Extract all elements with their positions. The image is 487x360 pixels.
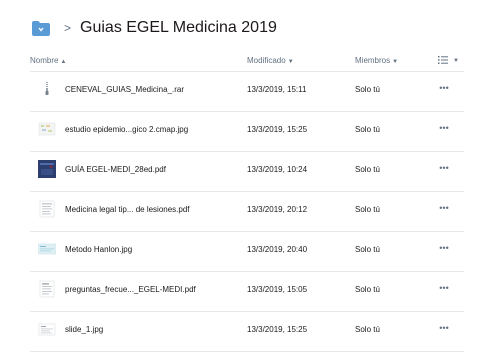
folder-icon[interactable] [32, 20, 50, 36]
table-header: Nombre ▲ Modificado ▼ Miembros ▼ ▼ [30, 53, 464, 72]
table-row[interactable]: preguntas_frecue..._EGEL-MEDI.pdf 13/3/2… [30, 272, 464, 312]
members: Solo tú [355, 165, 380, 174]
members: Solo tú [355, 205, 380, 214]
column-header-members[interactable]: Miembros ▼ [355, 56, 398, 65]
breadcrumb: > Guias EGEL Medicina 2019 [32, 17, 277, 39]
table-row[interactable]: estudio epidemio...gico 2.cmap.jpg 13/3/… [30, 112, 464, 152]
more-options-button[interactable]: ••• [436, 242, 452, 254]
more-options-button[interactable]: ••• [436, 282, 452, 294]
chevron-down-icon: ▼ [453, 58, 459, 64]
column-header-modified-label: Modificado [247, 56, 286, 65]
file-name[interactable]: CENEVAL_GUIAS_Medicina_.rar [65, 85, 184, 94]
table-row[interactable]: slide_1.jpg 13/3/2019, 15:25 Solo tú ••• [30, 312, 464, 352]
document-thumbnail-icon [38, 280, 56, 298]
image-thumbnail-icon [38, 240, 56, 258]
sort-ascending-icon: ▲ [60, 59, 67, 65]
members: Solo tú [355, 85, 380, 94]
modified-date: 13/3/2019, 15:25 [247, 125, 308, 134]
column-header-modified[interactable]: Modificado ▼ [247, 56, 294, 65]
page-title: Guias EGEL Medicina 2019 [80, 19, 277, 36]
file-name[interactable]: preguntas_frecue..._EGEL-MEDI.pdf [65, 285, 196, 294]
modified-date: 13/3/2019, 20:12 [247, 205, 308, 214]
modified-date: 13/3/2019, 20:40 [247, 245, 308, 254]
table-row[interactable]: Medicina legal tip... de lesiones.pdf 13… [30, 192, 464, 232]
file-name[interactable]: estudio epidemio...gico 2.cmap.jpg [65, 125, 188, 134]
more-options-button[interactable]: ••• [436, 122, 452, 134]
more-options-button[interactable]: ••• [436, 162, 452, 174]
zip-file-icon [38, 80, 56, 98]
sort-descending-icon: ▼ [392, 59, 399, 65]
breadcrumb-separator: > [64, 21, 72, 35]
modified-date: 13/3/2019, 15:25 [247, 325, 308, 334]
column-header-members-label: Miembros [355, 56, 391, 65]
view-toggle-button[interactable]: ▼ [438, 54, 464, 68]
file-name[interactable]: GUÍA EGEL-MEDI_28ed.pdf [65, 165, 166, 174]
image-thumbnail-icon [38, 320, 56, 338]
members: Solo tú [355, 245, 380, 254]
table-row[interactable]: GUÍA EGEL-MEDI_28ed.pdf 13/3/2019, 10:24… [30, 152, 464, 192]
members: Solo tú [355, 125, 380, 134]
modified-date: 13/3/2019, 10:24 [247, 165, 308, 174]
document-thumbnail-icon [38, 200, 56, 218]
sort-descending-icon: ▼ [287, 59, 294, 65]
table-row[interactable]: Metodo Hanlon.jpg 13/3/2019, 20:40 Solo … [30, 232, 464, 272]
file-list: CENEVAL_GUIAS_Medicina_.rar 13/3/2019, 1… [30, 72, 464, 352]
modified-date: 13/3/2019, 15:05 [247, 285, 308, 294]
pdf-cover-thumbnail [38, 160, 56, 178]
modified-date: 13/3/2019, 15:11 [247, 85, 307, 94]
image-thumbnail-icon [38, 120, 56, 138]
members: Solo tú [355, 325, 380, 334]
column-header-name-label: Nombre [30, 56, 59, 65]
more-options-button[interactable]: ••• [436, 202, 452, 214]
table-row[interactable]: CENEVAL_GUIAS_Medicina_.rar 13/3/2019, 1… [30, 72, 464, 112]
members: Solo tú [355, 285, 380, 294]
file-name[interactable]: Metodo Hanlon.jpg [65, 245, 132, 254]
list-view-icon [438, 56, 448, 66]
more-options-button[interactable]: ••• [436, 322, 452, 334]
file-name[interactable]: slide_1.jpg [65, 325, 103, 334]
file-name[interactable]: Medicina legal tip... de lesiones.pdf [65, 205, 190, 214]
column-header-name[interactable]: Nombre ▲ [30, 56, 66, 65]
more-options-button[interactable]: ••• [436, 82, 452, 94]
